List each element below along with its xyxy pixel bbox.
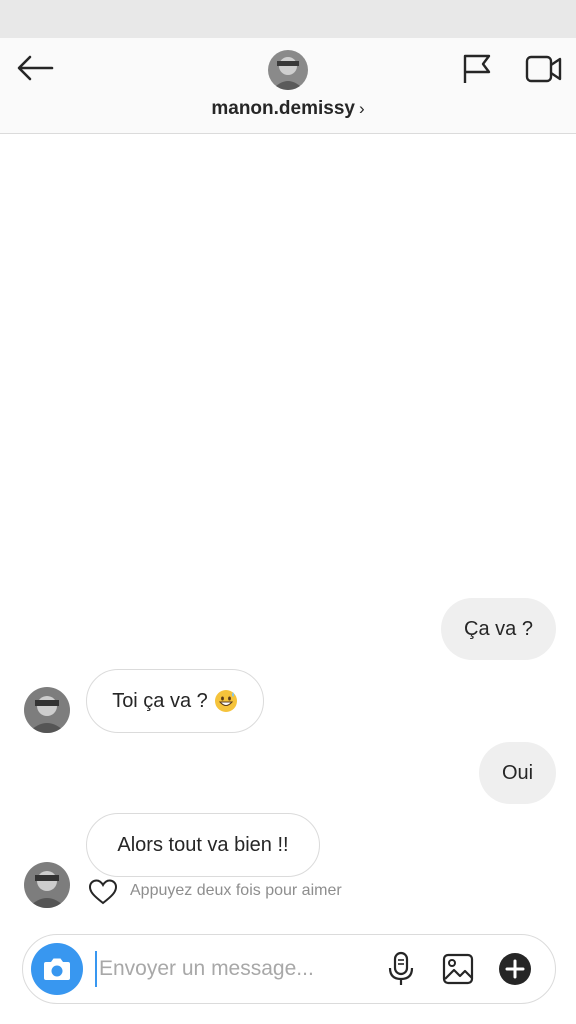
like-hint: Appuyez deux fois pour aimer (130, 882, 342, 899)
message-text: Alors tout va bien !! (117, 833, 289, 856)
chevron-right-icon: › (358, 99, 365, 118)
chat-username[interactable]: manon.demissy › (0, 98, 576, 120)
camera-icon (44, 958, 70, 980)
chat-header: manon.demissy › (0, 38, 576, 134)
message-composer (22, 934, 556, 1004)
flag-icon[interactable] (460, 52, 494, 86)
status-bar (0, 0, 576, 38)
video-call-icon[interactable] (524, 52, 564, 86)
grinning-sweat-emoji (214, 690, 237, 712)
microphone-icon[interactable] (387, 951, 415, 987)
message-bubble-received[interactable]: Toi ça va ? (86, 669, 264, 733)
message-text: Ça va ? (464, 617, 533, 640)
camera-button[interactable] (31, 943, 83, 995)
message-bubble-sent[interactable]: Oui (479, 742, 556, 804)
plus-icon[interactable] (497, 951, 533, 987)
message-text: Oui (501, 761, 534, 784)
heart-icon[interactable] (88, 878, 118, 906)
message-input[interactable] (95, 951, 339, 987)
sender-avatar[interactable] (24, 687, 70, 733)
username-text: manon.demissy (211, 98, 355, 119)
gallery-icon[interactable] (441, 951, 475, 987)
message-bubble-sent[interactable]: Ça va ? (441, 598, 556, 660)
profile-avatar[interactable] (268, 50, 308, 90)
back-arrow-icon[interactable] (14, 52, 56, 84)
message-bubble-received[interactable]: Alors tout va bien !! (86, 813, 320, 877)
message-text: Toi ça va ? (112, 689, 208, 712)
sender-avatar[interactable] (24, 862, 70, 908)
